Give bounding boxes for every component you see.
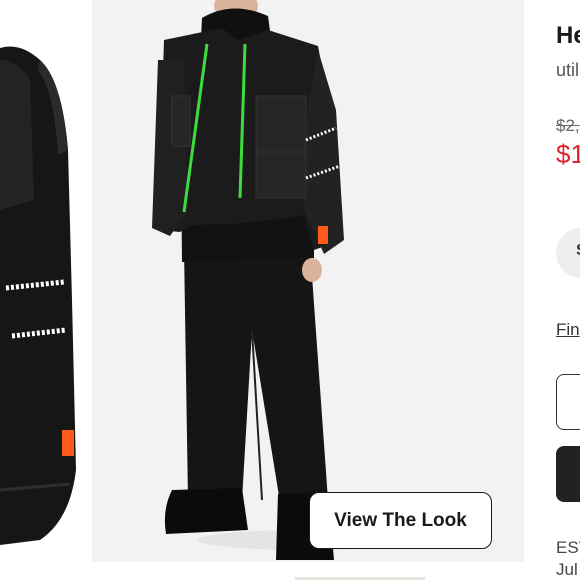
estimated-delivery-date: Jul xyxy=(556,560,578,579)
brand-name[interactable]: He xyxy=(556,22,580,50)
main-product-image[interactable]: View The Look xyxy=(92,0,524,562)
jacket-back-illustration xyxy=(0,46,76,545)
size-pill-button[interactable]: S xyxy=(556,228,580,278)
model-outfit-illustration xyxy=(92,0,524,562)
find-size-link[interactable]: Fin xyxy=(556,320,580,340)
original-price: $2, xyxy=(556,116,580,135)
gallery-bottom-strip xyxy=(0,562,524,580)
product-info-panel: He util $2, $1 S Fin EST Jul xyxy=(524,0,580,580)
add-to-bag-button[interactable] xyxy=(556,446,580,502)
sale-price: $1 xyxy=(556,139,580,169)
size-select-button[interactable] xyxy=(556,374,580,430)
estimated-delivery-label: EST xyxy=(556,538,580,557)
view-the-look-button[interactable]: View The Look xyxy=(309,492,492,549)
previous-product-image[interactable] xyxy=(0,0,92,560)
product-subtitle: util xyxy=(556,60,580,80)
